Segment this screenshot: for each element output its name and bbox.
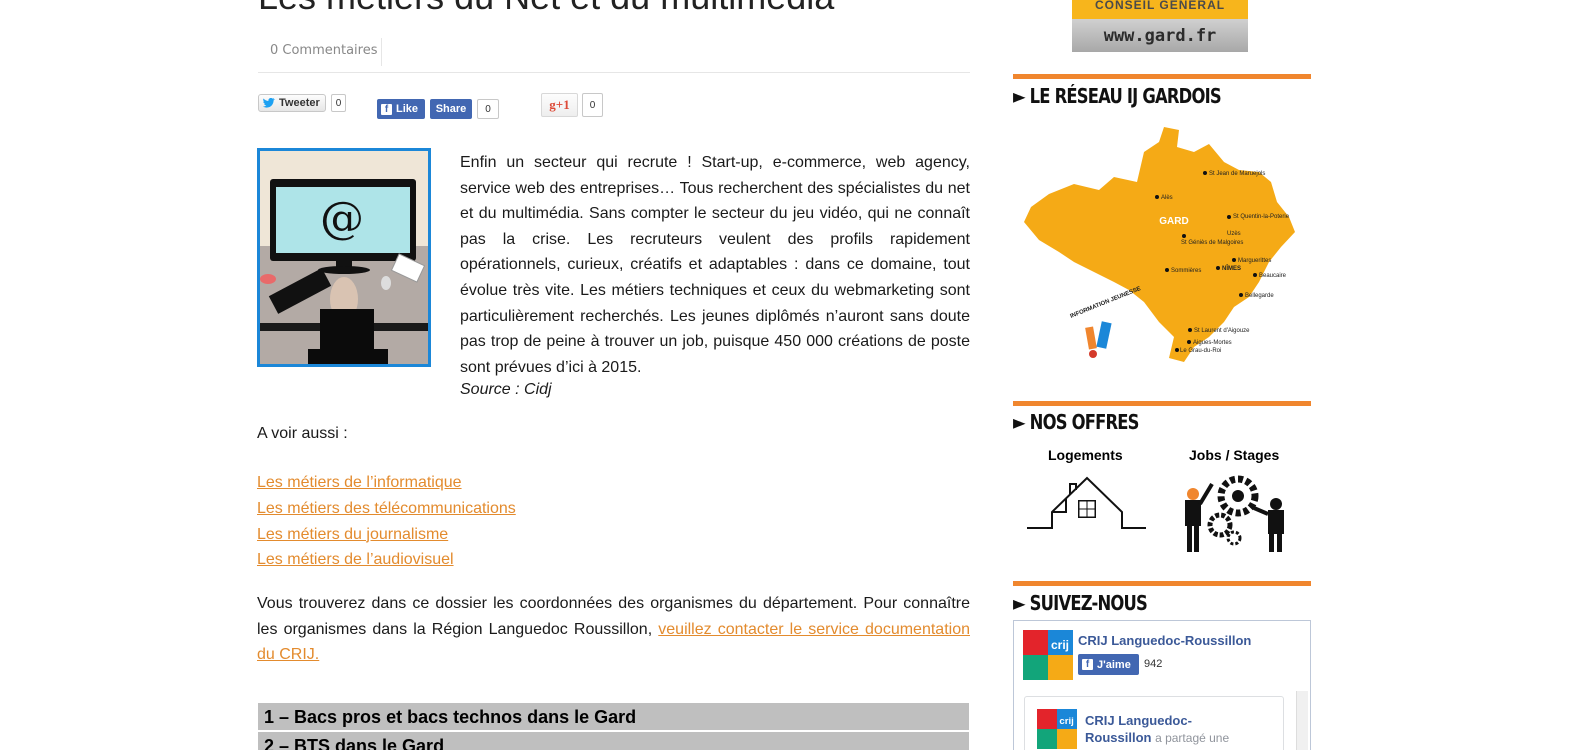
svg-text:@: @	[320, 193, 364, 244]
map-town: Aigues-Mortes	[1193, 340, 1232, 346]
map-town: St Géniès de Malgoires	[1181, 240, 1243, 246]
map-town: Uzès	[1227, 231, 1241, 237]
post-author-line1[interactable]: CRIJ Languedoc-	[1085, 713, 1192, 728]
svg-text:crij: crij	[1059, 716, 1073, 727]
comments-area: 0 Commentaires	[258, 38, 382, 66]
facebook-jaime-button[interactable]: f J'aime	[1078, 654, 1139, 675]
facebook-widget: crij CRIJ Languedoc-Roussillon f J'aime …	[1013, 620, 1311, 750]
article-title: Les métiers du Net et du multimédia	[258, 0, 834, 18]
see-also-label: A voir aussi :	[257, 425, 348, 442]
map-town: St Laurent d'Aigouze	[1194, 328, 1250, 334]
related-links: Les métiers de l’informatique Les métier…	[257, 470, 516, 573]
related-link-informatique[interactable]: Les métiers de l’informatique	[257, 470, 516, 496]
divider	[258, 72, 970, 73]
tweet-count: 0	[331, 94, 346, 112]
sidebar-divider	[1013, 401, 1311, 406]
map-town: Bellegarde	[1245, 293, 1274, 299]
map-town: St Jean de Maruejols	[1209, 171, 1265, 177]
workers-gears-icon[interactable]	[1180, 470, 1290, 554]
gard-logo[interactable]: CONSEIL GÉNÉRAL www.gard.fr	[1072, 0, 1248, 52]
facebook-share-count: 0	[477, 99, 499, 119]
svg-text:crij: crij	[1051, 638, 1069, 652]
post-author-line2[interactable]: Roussillon	[1085, 730, 1151, 745]
map-town: Marguerittes	[1238, 258, 1271, 264]
information-jeunesse-logo: INFORMATION JEUNESSE	[1070, 286, 1142, 358]
map-region-label: GARD	[1159, 216, 1188, 227]
like-label: Like	[396, 103, 419, 115]
offer-logements-label[interactable]: Logements	[1048, 447, 1123, 463]
section-header-bacs[interactable]: 1 – Bacs pros et bacs technos dans le Ga…	[258, 703, 969, 730]
article-intro: Enfin un secteur qui recrute ! Start-up,…	[460, 154, 970, 376]
map-town: Alès	[1161, 195, 1173, 201]
article-illustration: @	[257, 148, 431, 367]
facebook-post: crij CRIJ Languedoc- Roussillon a partag…	[1024, 696, 1284, 750]
gard-map[interactable]: GARD St Jean de Maruejols Alès St Quenti…	[1019, 122, 1299, 368]
map-town: Sommières	[1171, 268, 1201, 274]
crij-logo[interactable]: crij	[1037, 709, 1077, 749]
computer-user-illustration: @	[260, 151, 428, 364]
offer-jobs-label[interactable]: Jobs / Stages	[1189, 447, 1279, 463]
related-link-audiovisuel[interactable]: Les métiers de l’audiovisuel	[257, 547, 516, 573]
twitter-bird-icon	[263, 98, 275, 108]
related-link-journalisme[interactable]: Les métiers du journalisme	[257, 522, 516, 548]
facebook-scrollbar[interactable]	[1296, 691, 1308, 750]
sidebar-divider	[1013, 581, 1311, 586]
logo-conseil-general: CONSEIL GÉNÉRAL	[1072, 0, 1248, 19]
facebook-likes-count: 942	[1144, 658, 1163, 670]
facebook-share-button[interactable]: Share	[430, 99, 472, 119]
map-town: NÎMES	[1222, 264, 1241, 272]
tweet-button[interactable]: Tweeter	[258, 94, 326, 112]
svg-text:INFORMATION JEUNESSE: INFORMATION JEUNESSE	[1070, 286, 1142, 320]
dossier-paragraph: Vous trouverez dans ce dossier les coord…	[257, 591, 970, 668]
map-town: St Quentin-la-Poterie	[1233, 214, 1290, 220]
reseau-heading: ► LE RÉSEAU IJ GARDOIS	[1013, 84, 1222, 108]
facebook-like-button[interactable]: f Like	[377, 99, 425, 119]
map-town: Beaucaire	[1259, 273, 1287, 279]
offres-heading: ► NOS OFFRES	[1013, 410, 1139, 434]
crij-logo[interactable]: crij	[1023, 630, 1073, 680]
house-icon[interactable]	[1026, 472, 1148, 534]
post-action: a partagé une	[1155, 731, 1230, 745]
facebook-icon: f	[381, 103, 392, 115]
article-source: Source : Cidj	[460, 381, 552, 398]
section-header-bts[interactable]: 2 – BTS dans le Gard	[258, 732, 969, 750]
facebook-page-name[interactable]: CRIJ Languedoc-Roussillon	[1078, 633, 1251, 648]
jaime-label: J'aime	[1097, 658, 1131, 671]
sidebar-divider	[1013, 74, 1311, 79]
google-plus-button[interactable]: g+1	[541, 93, 578, 117]
map-town: Le Grau-du-Roi	[1180, 348, 1221, 354]
logo-url: www.gard.fr	[1072, 19, 1248, 52]
google-plus-count: 0	[582, 93, 603, 117]
comments-link[interactable]: 0 Commentaires	[270, 43, 378, 58]
tweet-label: Tweeter	[279, 97, 320, 109]
suivez-heading: ► SUIVEZ-NOUS	[1013, 591, 1148, 615]
facebook-post-author: CRIJ Languedoc- Roussillon a partagé une	[1085, 712, 1245, 747]
facebook-icon: f	[1082, 659, 1093, 670]
related-link-telecommunications[interactable]: Les métiers des télécommunications	[257, 496, 516, 522]
